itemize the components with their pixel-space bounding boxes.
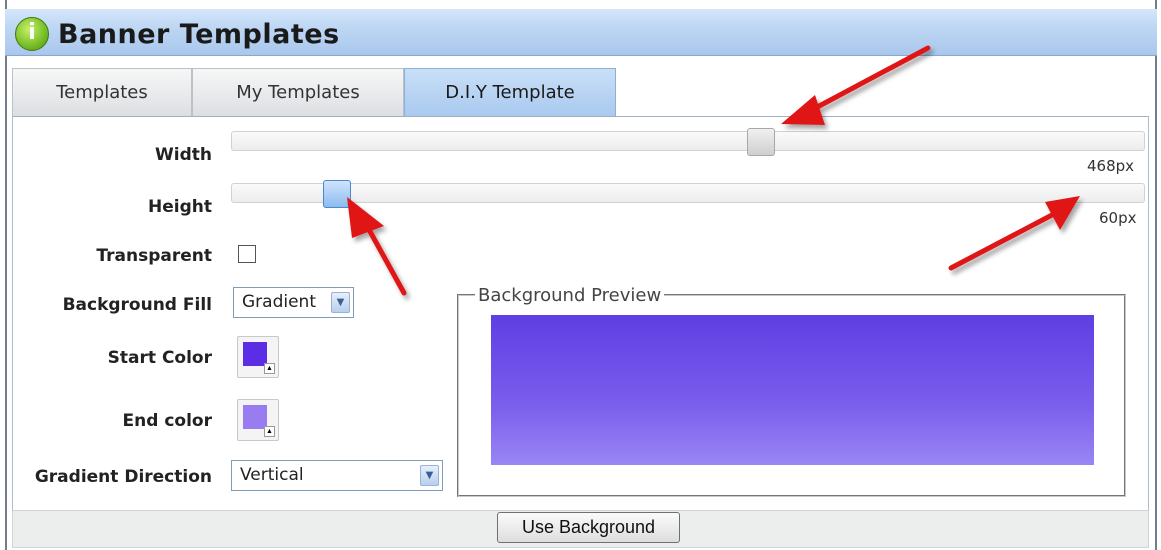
arrow-to-height-thumb-icon <box>347 197 407 296</box>
annotation-arrows <box>347 45 1080 296</box>
arrow-to-slider-end-icon <box>948 196 1080 271</box>
arrow-to-width-slider-icon <box>781 45 931 125</box>
